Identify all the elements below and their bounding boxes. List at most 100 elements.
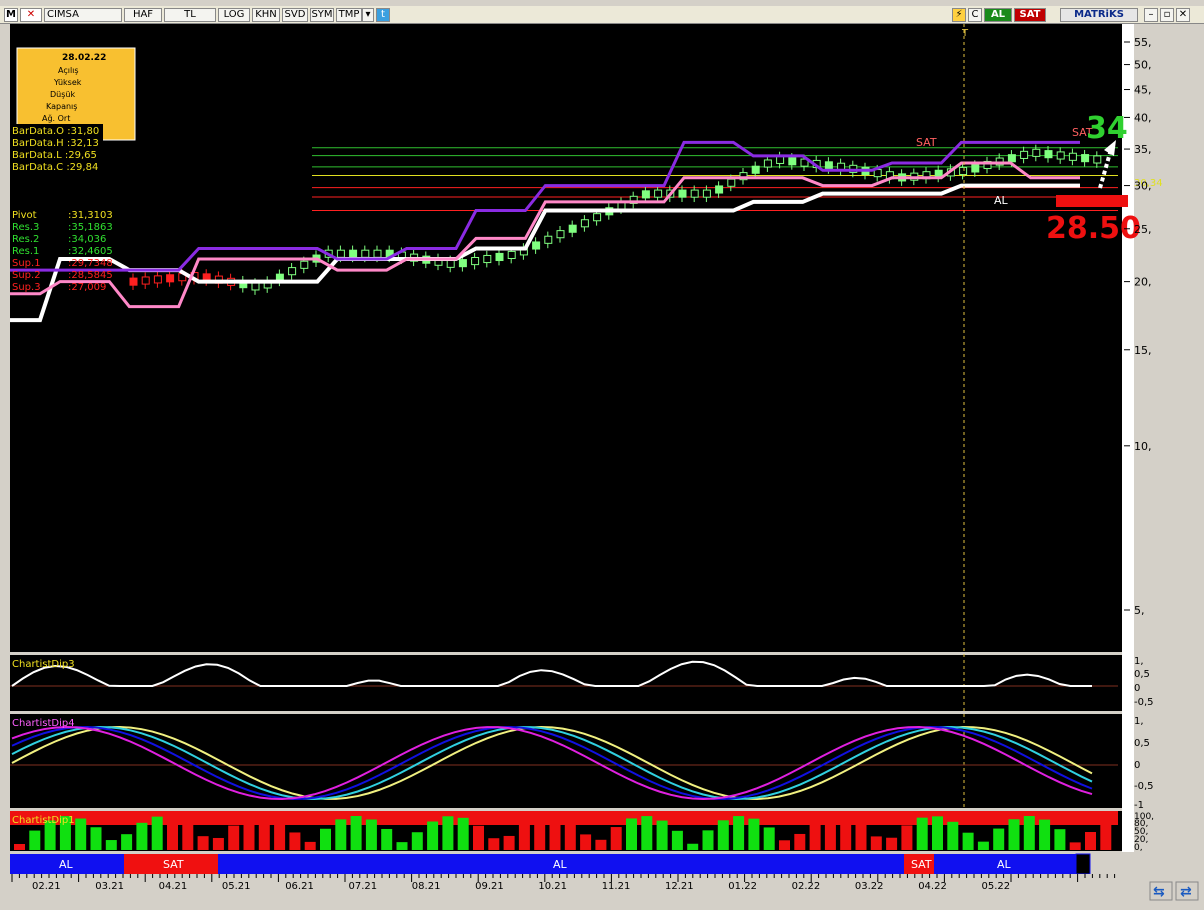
- date-tick-label: 08.21: [412, 881, 441, 892]
- candle-body: [1093, 155, 1102, 164]
- candle-body: [641, 190, 650, 199]
- dip1-bar: [182, 824, 194, 850]
- dip1-bar: [794, 833, 806, 850]
- candle-body: [1056, 151, 1065, 160]
- date-tick-label: 04.22: [918, 881, 947, 892]
- dip1-bar: [549, 816, 561, 850]
- candle-body: [971, 164, 980, 173]
- candle-body: [1044, 150, 1053, 159]
- dip1-bar: [824, 816, 836, 850]
- dip1-bar: [243, 817, 255, 850]
- bardata-row: BarData.O :31,80: [12, 126, 99, 137]
- dip1-bar: [763, 827, 775, 850]
- dip1-bar: [993, 828, 1005, 850]
- candle-body: [959, 166, 968, 176]
- dip3-panel[interactable]: [10, 655, 1122, 711]
- sell-zone-bar: [1056, 195, 1128, 207]
- candle-body: [288, 267, 297, 276]
- date-tick-label: 05.21: [222, 881, 251, 892]
- price-tick-label: 30,: [1134, 180, 1152, 193]
- date-tick-label: 03.21: [95, 881, 124, 892]
- dip1-bar: [442, 816, 454, 850]
- candle-body: [580, 219, 589, 228]
- dip1-bar: [335, 819, 347, 850]
- dip1-bar: [564, 822, 576, 850]
- dip3-tick-label: -0,5: [1134, 697, 1154, 708]
- candle-body: [788, 157, 797, 166]
- dip1-bar: [197, 836, 209, 850]
- dip1-bar: [136, 822, 148, 850]
- candle-body: [166, 274, 175, 283]
- candle-body: [824, 161, 833, 170]
- dip1-bar: [977, 841, 989, 850]
- bardata-row: BarData.C :29,84: [12, 162, 98, 173]
- candle-body: [507, 250, 516, 260]
- dip1-bar: [411, 832, 423, 850]
- dip1-bar: [626, 818, 637, 850]
- dip1-bar: [105, 840, 117, 850]
- dip1-bar: [427, 821, 439, 850]
- pivot-label: Res.2: [12, 234, 39, 245]
- dip1-title: ChartistDip1: [12, 815, 75, 826]
- dip1-bar: [473, 825, 484, 850]
- dip1-bar: [733, 816, 745, 850]
- candle-body: [751, 165, 760, 174]
- dip1-bar: [962, 832, 974, 850]
- candle-body: [471, 257, 480, 266]
- date-tick-label: 03.22: [855, 881, 884, 892]
- dip1-bar: [274, 821, 286, 850]
- candle-body: [349, 249, 358, 258]
- candle-body: [690, 189, 699, 198]
- candle-body: [702, 189, 711, 198]
- pivot-value: :35,1863: [68, 222, 113, 233]
- price-panel[interactable]: [10, 24, 1122, 652]
- pivot-value: :28,5845: [68, 270, 113, 281]
- dip4-tick-label: -1: [1134, 800, 1144, 811]
- dip1-bar: [947, 821, 959, 850]
- dip1-bar: [228, 825, 240, 850]
- dip1-bar: [320, 828, 331, 850]
- dip1-bar: [809, 822, 821, 850]
- candle-body: [483, 254, 492, 264]
- dip1-bar: [29, 830, 41, 850]
- pivot-label: Sup.1: [12, 258, 41, 269]
- date-tick-label: 01.22: [728, 881, 757, 892]
- al-marker: AL: [994, 194, 1009, 207]
- price-tick-label: 55,: [1134, 36, 1152, 49]
- info-box-row: Yüksek: [53, 78, 82, 87]
- price-tick-label: 45,: [1134, 84, 1152, 97]
- bardata-row: BarData.H :32,13: [12, 138, 99, 149]
- dip1-bar: [457, 817, 469, 850]
- pivot-value: :31,3103: [68, 210, 113, 221]
- dip1-bar: [870, 836, 882, 850]
- dip1-bar: [840, 817, 852, 850]
- candle-body: [532, 241, 541, 250]
- dip1-bar: [748, 818, 760, 850]
- chart-window: M ✕ CIMSA HAF TL LOG KHN SVD SYM TMP ▾ t…: [0, 0, 1204, 910]
- dip1-bar: [610, 827, 622, 850]
- candle-body: [727, 178, 736, 187]
- chart-canvas[interactable]: T SAT SAT AL 34 28.50 30,34 28.02.22 Açı…: [0, 0, 1204, 910]
- signal-label: AL: [553, 858, 568, 871]
- pivot-value: :29,7348: [68, 258, 113, 269]
- dip1-bar: [702, 830, 714, 850]
- info-box-date: 28.02.22: [62, 53, 106, 63]
- sat-marker-1: SAT: [916, 136, 937, 149]
- bardata-row: BarData.L :29,65: [12, 150, 97, 161]
- dip1-bar: [580, 834, 592, 850]
- dip1-bar: [167, 817, 178, 850]
- candle-body: [1032, 148, 1041, 157]
- sync-icon[interactable]: ⇆: [1153, 884, 1165, 900]
- dip1-bar: [641, 816, 653, 850]
- candle-body: [300, 260, 309, 269]
- dip1-bar: [75, 818, 87, 850]
- date-tick-label: 02.21: [32, 881, 61, 892]
- dip4-tick-label: -0,5: [1134, 781, 1154, 792]
- candle-body: [129, 277, 138, 286]
- dip4-tick-label: 1,: [1134, 716, 1144, 727]
- link-icon[interactable]: ⇄: [1180, 884, 1192, 900]
- date-tick-label: 09.21: [475, 881, 504, 892]
- dip3-tick-label: 0,5: [1134, 669, 1150, 680]
- dip1-bar: [365, 819, 377, 850]
- candle-body: [1081, 154, 1090, 163]
